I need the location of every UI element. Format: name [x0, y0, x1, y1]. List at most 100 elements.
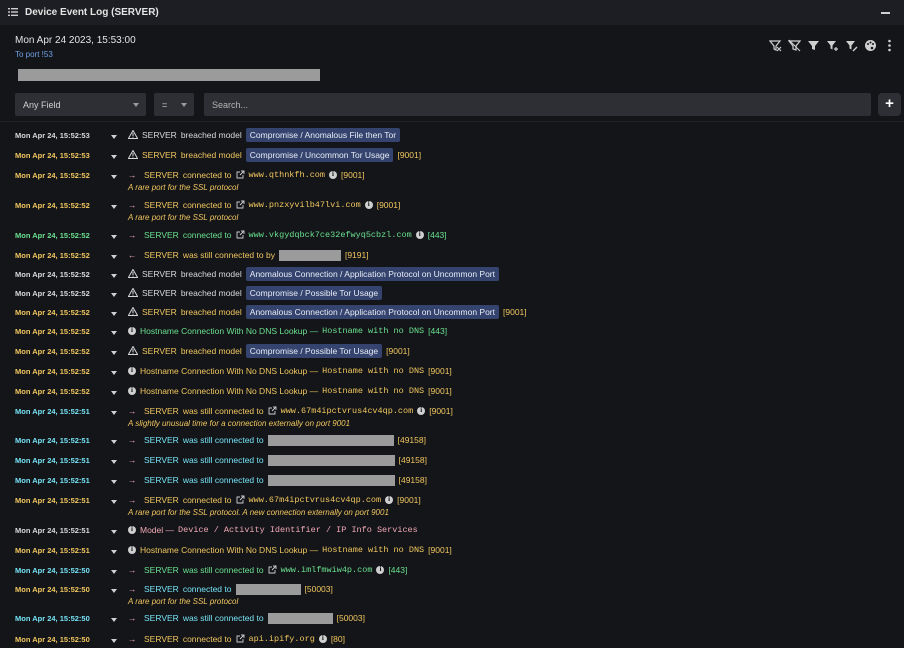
chevron-down-icon[interactable] — [111, 411, 117, 415]
device-name[interactable]: SERVER — [144, 250, 179, 260]
port-link[interactable]: To port !53 — [15, 50, 53, 59]
palette-icon[interactable] — [864, 39, 877, 52]
chevron-down-icon[interactable] — [111, 500, 117, 504]
model-badge[interactable]: Anomalous Connection / Application Proto… — [245, 267, 499, 281]
event-row[interactable]: Mon Apr 24, 15:52:52 → SERVER connected to w… — [0, 228, 904, 246]
chevron-down-icon[interactable] — [111, 371, 117, 375]
filter-off-icon[interactable] — [788, 39, 801, 52]
filter-clear-icon[interactable] — [769, 39, 782, 52]
chevron-down-icon[interactable] — [111, 331, 117, 335]
event-row[interactable]: Mon Apr 24, 15:52:52 SERVER breached model… — [0, 305, 904, 323]
hostname-link[interactable]: www.vkgydqbck7ce32efwyq5cbzl.com — [249, 230, 412, 240]
event-row[interactable]: Mon Apr 24, 15:52:52 Hostname Connection … — [0, 364, 904, 382]
device-name[interactable]: SERVER — [144, 170, 179, 180]
external-link-icon[interactable] — [268, 565, 277, 574]
event-row[interactable]: Mon Apr 24, 15:52:52 SERVER breached model… — [0, 344, 904, 362]
event-row[interactable]: Mon Apr 24, 15:52:52 ← SERVER was still con… — [0, 248, 904, 266]
hostname-link[interactable]: api.ipify.org — [249, 634, 315, 644]
external-link-icon[interactable] — [268, 406, 277, 415]
chevron-down-icon[interactable] — [111, 550, 117, 554]
chevron-down-icon[interactable] — [111, 440, 117, 444]
filter-add-icon[interactable] — [826, 39, 839, 52]
hostname-link[interactable]: www.qthnkfh.com — [249, 170, 326, 180]
info-icon[interactable] — [329, 170, 338, 179]
device-name[interactable]: SERVER — [142, 307, 177, 317]
event-row[interactable]: Mon Apr 24, 15:52:52 SERVER breached model… — [0, 267, 904, 285]
chevron-down-icon[interactable] — [111, 312, 117, 316]
more-options-icon[interactable] — [883, 39, 896, 52]
device-name[interactable]: SERVER — [142, 150, 177, 160]
model-badge[interactable]: Compromise / Anomalous File then Tor — [245, 128, 401, 142]
field-select[interactable]: Any Field — [15, 93, 146, 116]
model-badge[interactable]: Anomalous Connection / Application Proto… — [245, 305, 499, 319]
event-row[interactable]: Mon Apr 24, 15:52:51 → SERVER was still con… — [0, 453, 904, 471]
model-badge[interactable]: Compromise / Possible Tor Usage — [245, 344, 383, 358]
external-link-icon[interactable] — [236, 495, 245, 504]
external-link-icon[interactable] — [236, 634, 245, 643]
device-name[interactable]: SERVER — [142, 346, 177, 356]
device-name[interactable]: SERVER — [144, 406, 179, 416]
device-name[interactable]: SERVER — [144, 565, 179, 575]
event-row[interactable]: Mon Apr 24, 15:52:50 → SERVER connected to [… — [0, 582, 904, 610]
chevron-down-icon[interactable] — [111, 274, 117, 278]
chevron-down-icon[interactable] — [111, 205, 117, 209]
info-icon[interactable] — [128, 366, 136, 375]
filter-edit-icon[interactable] — [845, 39, 858, 52]
event-row[interactable]: Mon Apr 24, 15:52:51 → SERVER was still con… — [0, 433, 904, 451]
info-icon[interactable] — [128, 545, 136, 554]
hostname-link[interactable]: www.67m4ipctvrus4cv4qp.com — [281, 406, 414, 416]
device-name[interactable]: SERVER — [144, 634, 179, 644]
chevron-down-icon[interactable] — [111, 391, 117, 395]
info-icon[interactable] — [128, 386, 136, 395]
chevron-down-icon[interactable] — [111, 293, 117, 297]
chevron-down-icon[interactable] — [111, 480, 117, 484]
chevron-down-icon[interactable] — [111, 135, 117, 139]
chevron-down-icon[interactable] — [111, 235, 117, 239]
minimize-icon[interactable] — [881, 12, 890, 14]
device-name[interactable]: SERVER — [144, 584, 179, 594]
event-row[interactable]: Mon Apr 24, 15:52:51 → SERVER connected to w… — [0, 493, 904, 521]
event-row[interactable]: Mon Apr 24, 15:52:50 → SERVER was still con… — [0, 563, 904, 581]
chevron-down-icon[interactable] — [111, 570, 117, 574]
device-name[interactable]: SERVER — [144, 435, 179, 445]
chevron-down-icon[interactable] — [111, 155, 117, 159]
device-name[interactable]: SERVER — [144, 495, 179, 505]
event-row[interactable]: Mon Apr 24, 15:52:52 → SERVER connected to w… — [0, 198, 904, 226]
event-row[interactable]: Mon Apr 24, 15:52:52 → SERVER connected to w… — [0, 168, 904, 196]
event-row[interactable]: Mon Apr 24, 15:52:52 Hostname Connection … — [0, 324, 904, 342]
event-row[interactable]: Mon Apr 24, 15:52:53 SERVER breached model… — [0, 128, 904, 146]
info-icon[interactable] — [417, 406, 426, 415]
model-badge[interactable]: Compromise / Possible Tor Usage — [245, 286, 383, 300]
add-filter-button[interactable]: + — [878, 93, 901, 116]
hostname-link[interactable]: www.pnzxyvilb47lvi.com — [249, 200, 361, 210]
model-badge[interactable]: Compromise / Uncommon Tor Usage — [245, 148, 394, 162]
info-icon[interactable] — [128, 326, 136, 335]
chevron-down-icon[interactable] — [111, 460, 117, 464]
event-row[interactable]: Mon Apr 24, 15:52:51 Hostname Connection … — [0, 543, 904, 561]
device-name[interactable]: SERVER — [144, 475, 179, 485]
hostname-link[interactable]: www.67m4ipctvrus4cv4qp.com — [249, 495, 382, 505]
operator-select[interactable]: = — [154, 93, 194, 116]
chevron-down-icon[interactable] — [111, 255, 117, 259]
event-row[interactable]: Mon Apr 24, 15:52:50 → SERVER connected to a… — [0, 632, 904, 648]
event-row[interactable]: Mon Apr 24, 15:52:51 → SERVER was still con… — [0, 473, 904, 491]
chevron-down-icon[interactable] — [111, 530, 117, 534]
info-icon[interactable] — [415, 230, 424, 239]
info-icon[interactable] — [364, 200, 373, 209]
device-name[interactable]: SERVER — [144, 613, 179, 623]
info-icon[interactable] — [128, 525, 136, 534]
event-row[interactable]: Mon Apr 24, 15:52:50 → SERVER was still con… — [0, 611, 904, 629]
info-icon[interactable] — [318, 634, 327, 643]
chevron-down-icon[interactable] — [111, 589, 117, 593]
menu-icon[interactable] — [8, 7, 18, 17]
device-name[interactable]: SERVER — [142, 130, 177, 140]
chevron-down-icon[interactable] — [111, 351, 117, 355]
event-row[interactable]: Mon Apr 24, 15:52:51 Model —Device / Acti… — [0, 523, 904, 541]
filter-icon[interactable] — [807, 39, 820, 52]
info-icon[interactable] — [385, 495, 394, 504]
device-name[interactable]: SERVER — [142, 269, 177, 279]
hostname-link[interactable]: www.imlfmwiw4p.com — [281, 565, 373, 575]
chevron-down-icon[interactable] — [111, 639, 117, 643]
chevron-down-icon[interactable] — [111, 175, 117, 179]
device-name[interactable]: SERVER — [142, 288, 177, 298]
